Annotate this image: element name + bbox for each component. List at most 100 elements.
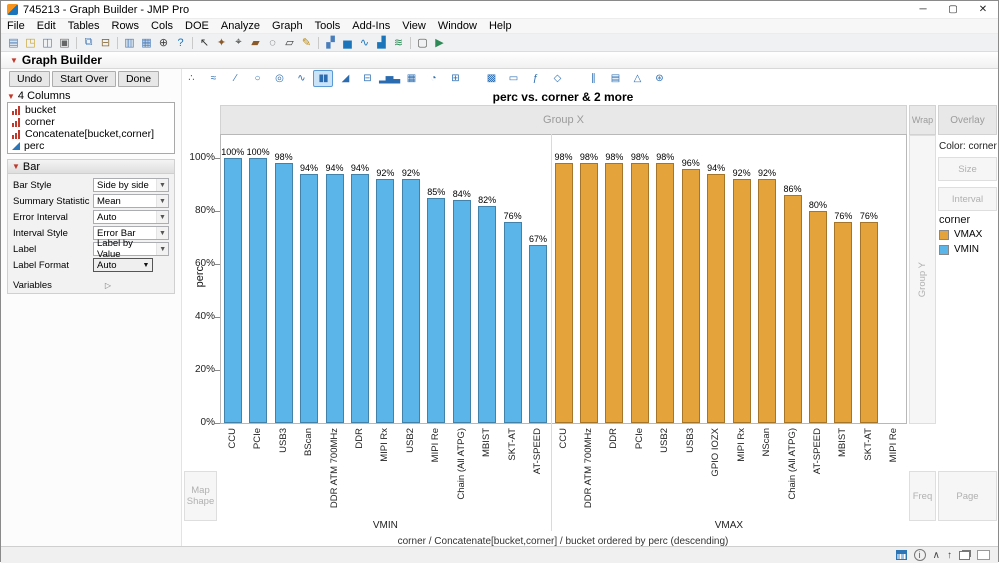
group-y-zone[interactable]: Group Y [909, 135, 936, 424]
legend-item[interactable]: VMIN [939, 244, 982, 255]
wrap-zone[interactable]: Wrap [909, 105, 936, 135]
close-button[interactable]: ✕ [968, 1, 998, 19]
palette-mosaic-icon[interactable]: ▩ [481, 70, 501, 87]
undo-button[interactable]: Undo [9, 71, 50, 87]
eraser-tool-icon[interactable]: ▱ [281, 35, 298, 50]
menu-doe[interactable]: DOE [179, 19, 215, 33]
window-preview-icon[interactable] [977, 550, 990, 560]
column-item[interactable]: Concatenate[bucket,corner] [8, 128, 174, 140]
maximize-button[interactable]: ▢ [938, 1, 968, 19]
palette-cell-plot-icon[interactable]: ▤ [605, 70, 625, 87]
palette-ternary-icon[interactable]: △ [627, 70, 647, 87]
info-icon[interactable]: i [914, 549, 926, 561]
bar-vmax-pcie[interactable] [631, 163, 649, 423]
annotate-tool-icon[interactable]: ✎ [298, 35, 315, 50]
red-triangle-icon[interactable]: ▼ [7, 92, 15, 101]
palette-histogram-icon[interactable]: ▂▅▃ [379, 70, 399, 87]
minimize-button[interactable]: ─ [908, 1, 938, 19]
palette-radar-icon[interactable]: ⊛ [649, 70, 669, 87]
done-button[interactable]: Done [118, 71, 159, 87]
freq-zone[interactable]: Freq [909, 471, 936, 521]
color-role-label[interactable]: Color: corner [939, 141, 997, 152]
menu-tables[interactable]: Tables [62, 19, 106, 33]
column-item[interactable]: perc [8, 140, 174, 152]
hand-tool-icon[interactable]: ✦ [213, 35, 230, 50]
menu-view[interactable]: View [396, 19, 432, 33]
bar-vmax-ddr[interactable] [605, 163, 623, 423]
palette-parallel-icon[interactable]: ∥ [583, 70, 603, 87]
data-view-icon[interactable]: ▞ [322, 35, 339, 50]
palette-line-of-fit-icon[interactable]: ∕ [225, 70, 245, 87]
graph-builder-icon[interactable]: ▟ [373, 35, 390, 50]
bar-vmax-nscan[interactable] [758, 179, 776, 423]
red-triangle-icon[interactable]: ▼ [10, 56, 18, 65]
bar-vmin-ddr-atm-700mhz[interactable] [326, 174, 344, 423]
palette-caption-box-icon[interactable]: ▭ [503, 70, 523, 87]
legend-item[interactable]: VMAX [939, 229, 982, 240]
cascade-windows-icon[interactable] [959, 551, 970, 560]
bar-vmin-mipi-re[interactable] [427, 198, 445, 423]
zoom-icon[interactable]: ⊕ [155, 35, 172, 50]
menu-add-ins[interactable]: Add-Ins [346, 19, 396, 33]
bar-vmax-gpio-iozx[interactable] [707, 174, 725, 423]
menu-edit[interactable]: Edit [31, 19, 62, 33]
brush-tool-icon[interactable]: ▰ [247, 35, 264, 50]
interval-zone[interactable]: Interval [938, 187, 997, 211]
fit-y-by-x-icon[interactable]: ∿ [356, 35, 373, 50]
palette-treemap-icon[interactable]: ⊞ [445, 70, 465, 87]
red-triangle-icon[interactable]: ▼ [12, 162, 20, 171]
crosshair-tool-icon[interactable]: ⌖ [230, 35, 247, 50]
menu-cols[interactable]: Cols [145, 19, 179, 33]
data-table-status-icon[interactable] [896, 550, 907, 560]
menu-help[interactable]: Help [483, 19, 518, 33]
copy-icon[interactable]: ⧉ [80, 35, 97, 50]
menu-window[interactable]: Window [432, 19, 483, 33]
page-zone[interactable]: Page [938, 471, 997, 521]
error-interval-dropdown[interactable]: Auto▼ [93, 210, 169, 224]
journal-icon[interactable]: ▥ [121, 35, 138, 50]
palette-ellipse-icon[interactable]: ○ [247, 70, 267, 87]
bar-vmin-bscan[interactable] [300, 174, 318, 423]
print-icon[interactable]: ▣ [56, 35, 73, 50]
collapse-icon[interactable]: ∧ [933, 550, 940, 561]
run-script-icon[interactable]: ▶ [431, 35, 448, 50]
bar-style-dropdown[interactable]: Side by side▼ [93, 178, 169, 192]
size-zone[interactable]: Size [938, 157, 997, 181]
palette-formula-icon[interactable]: ƒ [525, 70, 545, 87]
disclosure-triangle-icon[interactable]: ▷ [105, 281, 111, 290]
map-shape-zone[interactable]: Map Shape [184, 471, 217, 521]
start-over-button[interactable]: Start Over [52, 71, 116, 87]
bar-vmin-ccu[interactable] [224, 158, 242, 423]
palette-area-icon[interactable]: ◢ [335, 70, 355, 87]
palette-bar-icon[interactable]: ▮▮ [313, 70, 333, 87]
scroll-up-icon[interactable]: ↑ [947, 550, 952, 561]
arrow-tool-icon[interactable]: ↖ [196, 35, 213, 50]
bar-vmax-chain-all-atpg-[interactable] [784, 195, 802, 423]
bar-vmax-usb3[interactable] [682, 169, 700, 423]
menu-graph[interactable]: Graph [266, 19, 309, 33]
menu-tools[interactable]: Tools [309, 19, 347, 33]
window-list-icon[interactable]: ▢ [414, 35, 431, 50]
profiler-icon[interactable]: ≋ [390, 35, 407, 50]
menu-file[interactable]: File [1, 19, 31, 33]
help-icon[interactable]: ? [172, 35, 189, 50]
menu-rows[interactable]: Rows [106, 19, 146, 33]
bar-vmin-usb3[interactable] [275, 163, 293, 423]
label-dropdown[interactable]: Label by Value▼ [93, 242, 169, 256]
bar-vmin-usb2[interactable] [402, 179, 420, 423]
bar-vmin-pcie[interactable] [249, 158, 267, 423]
bar-vmax-ccu[interactable] [555, 163, 573, 423]
bar-vmax-mbist[interactable] [834, 222, 852, 423]
bar-vmax-at-speed[interactable] [809, 211, 827, 423]
bar-vmin-mipi-rx[interactable] [376, 179, 394, 423]
palette-pie-icon[interactable]: ◔ [423, 70, 443, 87]
bar-vmax-ddr-atm-700mhz[interactable] [580, 163, 598, 423]
palette-heatmap-icon[interactable]: ▦ [401, 70, 421, 87]
palette-points-icon[interactable]: ∴ [181, 70, 201, 87]
new-data-table-icon[interactable]: ▤ [5, 35, 22, 50]
summary-statistic-dropdown[interactable]: Mean▼ [93, 194, 169, 208]
lasso-tool-icon[interactable]: ◌ [264, 35, 281, 50]
bar-vmin-ddr[interactable] [351, 174, 369, 423]
menu-analyze[interactable]: Analyze [215, 19, 266, 33]
label-format-dropdown[interactable]: Auto▼ [93, 258, 153, 272]
